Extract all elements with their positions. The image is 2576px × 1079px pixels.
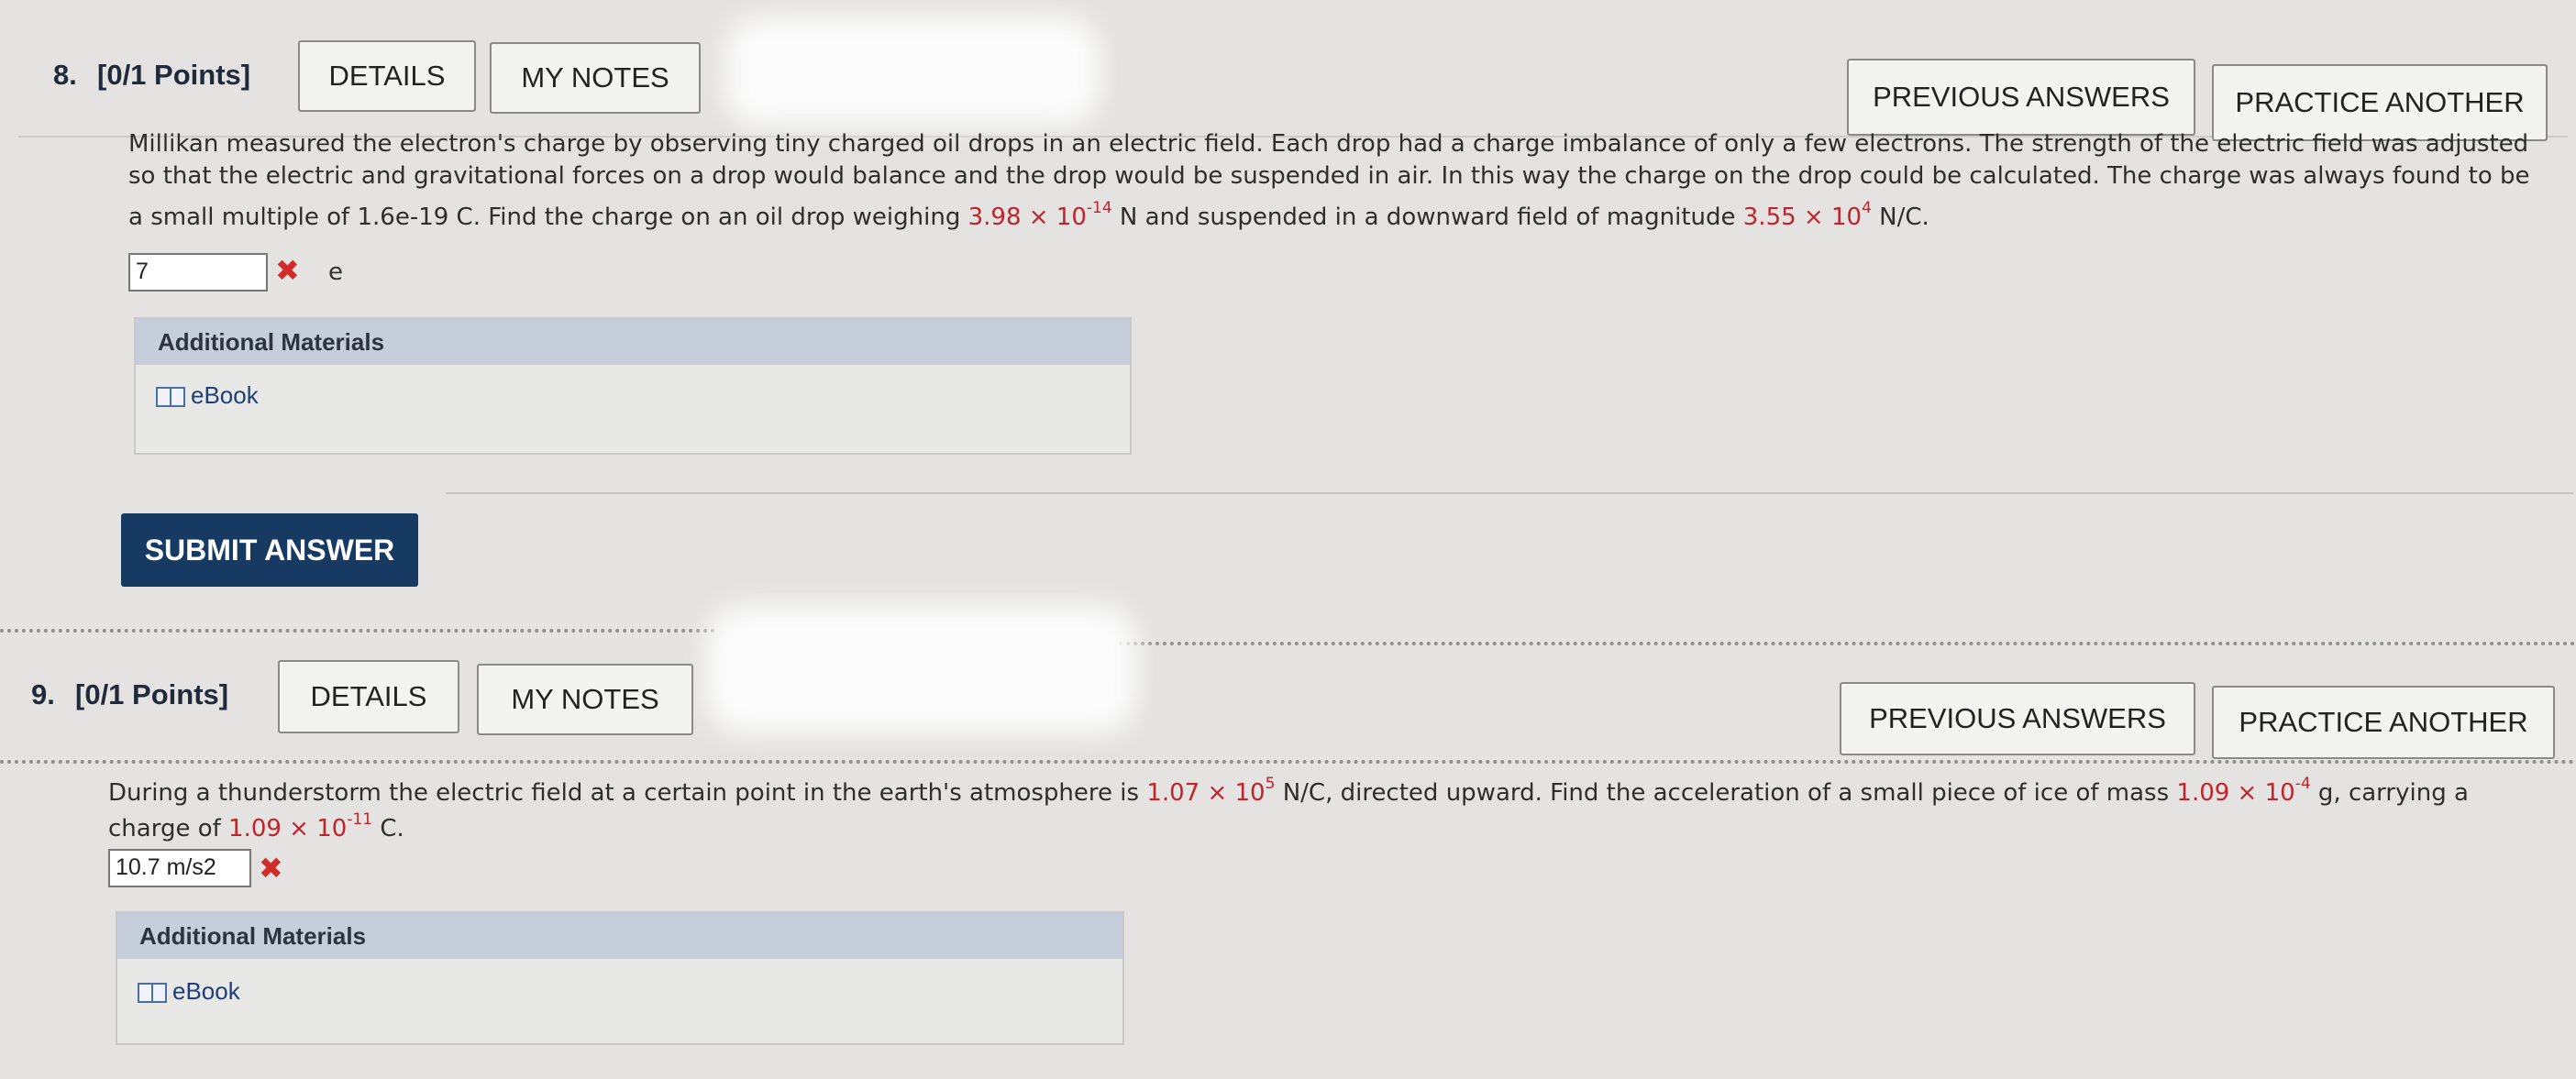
- q8-points: [0/1 Points]: [97, 59, 251, 91]
- q9-field-value: 1.07 × 105: [1146, 775, 1276, 807]
- q9-practice-another-button[interactable]: PRACTICE ANOTHER: [2212, 686, 2555, 759]
- q9-header-separator: [0, 760, 2576, 764]
- q9-ebook-link[interactable]: eBook: [138, 977, 240, 1006]
- book-icon: [156, 387, 185, 408]
- q9-previous-answers-button[interactable]: PREVIOUS ANSWERS: [1840, 682, 2195, 755]
- q8-redacted-area: [724, 17, 1100, 127]
- q8-question-text: Millikan measured the electron's charge …: [128, 128, 2549, 234]
- q8-additional-materials-title: Additional Materials: [136, 319, 1130, 365]
- q8-answer-unit: e: [328, 259, 343, 286]
- q9-additional-materials-panel: Additional Materials eBook: [116, 911, 1124, 1045]
- q9-details-button[interactable]: DETAILS: [278, 660, 459, 733]
- q8-text-line1: Millikan measured the electron's charge …: [128, 130, 2529, 158]
- q9-points: [0/1 Points]: [75, 678, 229, 710]
- question-separator-left: [0, 629, 715, 633]
- q8-ebook-link[interactable]: eBook: [156, 381, 259, 410]
- question-separator-right: [1119, 642, 2576, 645]
- q8-footer-divider: [446, 492, 2573, 494]
- q8-weight-value: 3.98 × 10-14: [967, 199, 1112, 231]
- q8-field-value: 3.55 × 104: [1742, 199, 1872, 231]
- q8-number: 8.: [53, 59, 77, 91]
- q9-redacted-area: [706, 605, 1137, 733]
- q9-number: 9.: [31, 678, 55, 710]
- q9-charge-value: 1.09 × 10-11: [228, 810, 373, 842]
- q9-text-line1: During a thunderstorm the electric field…: [108, 775, 2469, 807]
- q9-additional-materials-title: Additional Materials: [117, 913, 1122, 959]
- q9-mass-value: 1.09 × 10-4: [2176, 775, 2311, 807]
- q8-details-button[interactable]: DETAILS: [298, 40, 476, 112]
- q8-text-line2: so that the electric and gravitational f…: [128, 162, 2530, 190]
- q9-my-notes-button[interactable]: MY NOTES: [477, 664, 693, 735]
- q8-additional-materials-panel: Additional Materials eBook: [134, 317, 1132, 455]
- q8-my-notes-button[interactable]: MY NOTES: [490, 42, 701, 114]
- q8-text-line3: a small multiple of 1.6e-19 C. Find the …: [128, 199, 1929, 231]
- x-mark-icon: ✖: [275, 253, 300, 288]
- book-icon: [138, 983, 167, 1004]
- x-mark-icon: ✖: [259, 851, 283, 886]
- submit-answer-button[interactable]: SUBMIT ANSWER: [121, 513, 418, 587]
- q8-answer-input[interactable]: 7: [128, 253, 268, 292]
- q8-previous-answers-button[interactable]: PREVIOUS ANSWERS: [1847, 59, 2195, 136]
- q9-question-text: During a thunderstorm the electric field…: [108, 772, 2566, 845]
- q9-text-line2: charge of 1.09 × 10-11 C.: [108, 810, 404, 842]
- q9-answer-input[interactable]: 10.7 m/s2: [108, 849, 251, 887]
